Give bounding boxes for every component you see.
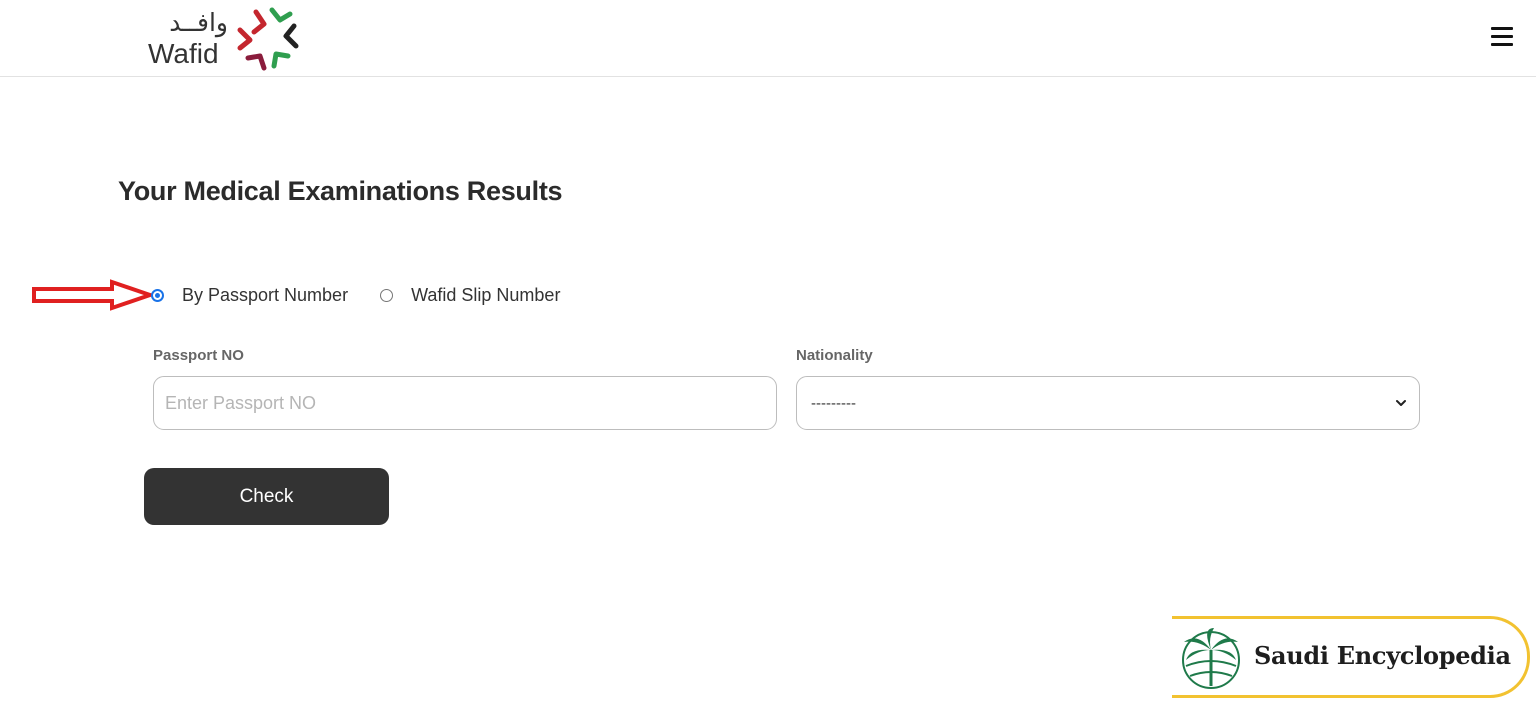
radio-by-passport[interactable]: By Passport Number xyxy=(151,285,348,306)
watermark-text: Saudi Encyclopedia xyxy=(1254,641,1511,670)
logo-arabic-text: وافــد xyxy=(169,8,228,37)
radio-by-passport-label[interactable]: By Passport Number xyxy=(182,285,348,306)
hamburger-icon[interactable] xyxy=(1491,27,1513,49)
wafid-logo[interactable]: وافــد Wafid xyxy=(146,6,311,72)
logo-english-text: Wafid xyxy=(148,38,219,69)
red-arrow-icon xyxy=(32,279,154,311)
radio-wafid-slip[interactable]: Wafid Slip Number xyxy=(380,285,560,306)
nationality-label: Nationality xyxy=(796,347,873,364)
palm-globe-icon xyxy=(1182,628,1240,689)
check-button[interactable]: Check xyxy=(144,468,389,525)
nationality-selected-value: --------- xyxy=(811,394,856,412)
page-title: Your Medical Examinations Results xyxy=(118,176,563,206)
radio-wafid-slip-circle[interactable] xyxy=(380,288,394,302)
wafid-star-icon xyxy=(237,7,299,71)
search-type-radio-group: By Passport Number Wafid Slip Number xyxy=(151,282,560,308)
nationality-select[interactable]: --------- xyxy=(796,376,1420,430)
radio-by-passport-circle[interactable] xyxy=(151,288,164,302)
radio-wafid-slip-label[interactable]: Wafid Slip Number xyxy=(411,285,560,306)
passport-input[interactable] xyxy=(153,376,777,430)
passport-label: Passport NO xyxy=(153,347,244,364)
saudi-encyclopedia-watermark: Saudi Encyclopedia xyxy=(1172,616,1530,698)
site-header: وافــد Wafid xyxy=(0,0,1536,77)
chevron-down-icon xyxy=(1396,400,1406,406)
